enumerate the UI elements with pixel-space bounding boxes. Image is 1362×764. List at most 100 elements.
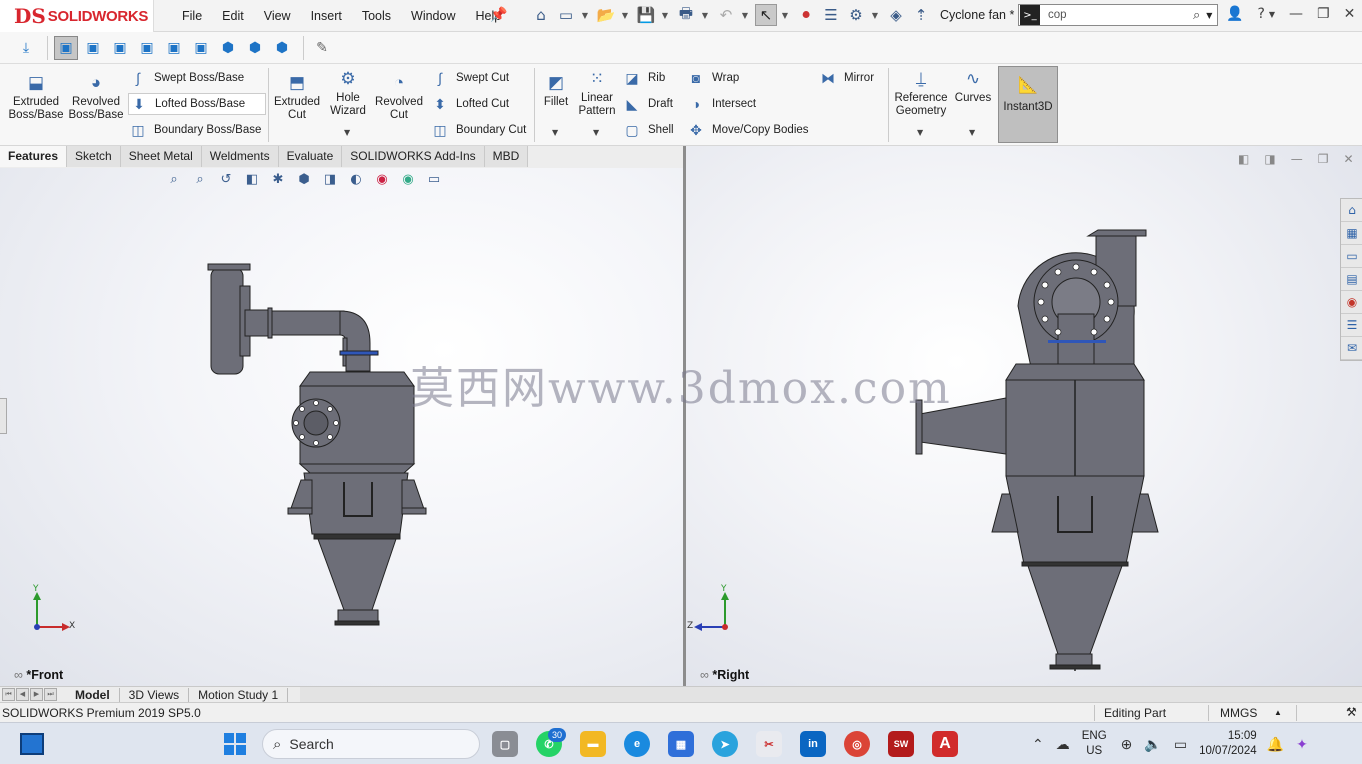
customize-status-icon[interactable]: ⚒ — [1346, 705, 1357, 719]
view-top-icon[interactable]: ▣ — [162, 36, 186, 60]
new-document-icon[interactable]: ▭ — [555, 4, 577, 26]
menu-insert[interactable]: Insert — [311, 9, 342, 23]
menu-view[interactable]: View — [264, 9, 291, 23]
first-tab-icon[interactable]: ⏮ — [2, 688, 15, 701]
view-back-icon[interactable]: ▣ — [81, 36, 105, 60]
fillet-dropdown-icon[interactable]: ▼ — [552, 128, 558, 137]
search-commands-box[interactable]: >_ ⌕ ▼ — [1018, 4, 1218, 26]
boundary-cut-button[interactable]: ◫ Boundary Cut — [430, 119, 526, 141]
user-icon[interactable]: 👤 — [1226, 6, 1243, 22]
options-dropdown-icon[interactable]: ▼ — [870, 4, 880, 26]
lofted-cut-button[interactable]: ⬍ Lofted Cut — [430, 93, 509, 115]
instant3d-button[interactable]: 📐 Instant3D — [998, 66, 1058, 143]
search-input[interactable] — [1048, 9, 1193, 21]
taskbar-search-box[interactable]: ⌕ Search — [262, 729, 480, 759]
viewport-front[interactable]: ⌕ ⌕ ↺ ◧ ✱ ⬢ ◨ ◐ ◉ ◉ ▭ Y X ∞ *Front — [0, 168, 684, 686]
file-explorer-icon[interactable]: ▬ — [580, 731, 606, 757]
tab-sketch[interactable]: Sketch — [67, 146, 121, 167]
fillet-button[interactable]: ◩ Fillet — [538, 72, 574, 109]
reference-arrow-icon[interactable]: ⇡ — [910, 4, 932, 26]
solidworks-taskbar-icon[interactable]: SW — [888, 731, 914, 757]
curves-button[interactable]: ∿ Curves — [954, 68, 992, 105]
view-trimetric-icon[interactable]: ⬢ — [243, 36, 267, 60]
copilot-icon[interactable]: ✦ — [1296, 736, 1308, 753]
help-icon[interactable]: ? — [1257, 6, 1264, 22]
wrap-button[interactable]: ◙ Wrap — [686, 67, 740, 89]
menu-edit[interactable]: Edit — [222, 9, 244, 23]
extruded-cut-button[interactable]: ⬒ Extruded Cut — [272, 72, 322, 122]
pin-icon[interactable]: 📌 — [490, 7, 507, 23]
last-tab-icon[interactable]: ⏭ — [44, 688, 57, 701]
front-view-model[interactable] — [0, 168, 684, 686]
notification-bell-icon[interactable]: 🔔 — [1267, 736, 1284, 753]
save-dropdown-icon[interactable]: ▼ — [660, 4, 670, 26]
reference-geometry-dropdown-icon[interactable]: ▼ — [917, 128, 923, 137]
options-gear-icon[interactable]: ⚙ — [845, 4, 867, 26]
telegram-icon[interactable]: ➤ — [712, 731, 738, 757]
swept-boss-button[interactable]: ∫ Swept Boss/Base — [128, 67, 244, 89]
undo-icon[interactable]: ↶ — [715, 4, 737, 26]
show-hidden-icons-chevron-icon[interactable]: ⌃ — [1032, 736, 1044, 753]
print-dropdown-icon[interactable]: ▼ — [700, 4, 710, 26]
reference-geometry-button[interactable]: ⍊ Reference Geometry — [892, 68, 950, 118]
home-icon[interactable]: ⌂ — [530, 4, 552, 26]
move-copy-bodies-button[interactable]: ✥ Move/Copy Bodies — [686, 119, 808, 141]
volume-icon[interactable]: 🔈 — [1144, 736, 1161, 753]
viewport-right[interactable]: ◧ ◨ — ❐ ✕ ⌂ ▦ ▭ ▤ ◉ ☰ ✉ Y Z ∞ *Right — [686, 146, 1362, 686]
close-icon[interactable]: ✕ — [1344, 6, 1356, 22]
mirror-button[interactable]: ⧓ Mirror — [818, 67, 874, 89]
select-cursor-icon[interactable]: ↖ — [755, 4, 777, 26]
swept-cut-button[interactable]: ∫ Swept Cut — [430, 67, 509, 89]
tab-evaluate[interactable]: Evaluate — [278, 146, 343, 167]
view-front-icon[interactable]: ▣ — [54, 35, 78, 60]
menu-file[interactable]: File — [182, 9, 202, 23]
extruded-boss-button[interactable]: ⬓ Extruded Boss/Base — [8, 72, 64, 122]
next-tab-icon[interactable]: ▶ — [30, 688, 43, 701]
input-language[interactable]: ENG US — [1082, 729, 1107, 759]
system-clock[interactable]: 15:09 10/07/2024 — [1199, 729, 1257, 759]
network-globe-icon[interactable]: ⊕ — [1121, 736, 1133, 753]
tab-weldments[interactable]: Weldments — [201, 146, 279, 167]
restore-icon[interactable]: ❐ — [1317, 6, 1330, 22]
solidworks-logo[interactable]: DS SOLIDWORKS — [0, 0, 154, 32]
edge-browser-icon[interactable]: e — [624, 731, 650, 757]
snipping-tool-icon[interactable]: ✂ — [756, 731, 782, 757]
sketch-pencil-icon[interactable]: ✎ — [310, 36, 334, 60]
print-icon[interactable]: 🖶 — [675, 4, 697, 26]
tab-addins[interactable]: SOLIDWORKS Add-Ins — [342, 146, 485, 167]
view-bottom-icon[interactable]: ▣ — [189, 36, 213, 60]
save-icon[interactable]: 💾 — [635, 4, 657, 26]
unit-system[interactable]: MMGS — [1220, 706, 1257, 720]
menu-tools[interactable]: Tools — [362, 9, 391, 23]
shell-button[interactable]: ▢ Shell — [622, 119, 673, 141]
right-view-model[interactable] — [686, 146, 1362, 686]
view-right-icon[interactable]: ▣ — [135, 36, 159, 60]
open-folder-icon[interactable]: 📂 — [595, 4, 617, 26]
weather-cloud-icon[interactable]: ☁ — [1056, 736, 1070, 753]
revolved-cut-button[interactable]: ◔ Revolved Cut — [374, 72, 424, 122]
units-up-icon[interactable]: ▲ — [1274, 708, 1282, 717]
linear-pattern-button[interactable]: ⁙ Linear Pattern — [576, 68, 618, 118]
search-dropdown-icon[interactable]: ▼ — [1206, 11, 1212, 20]
boundary-boss-button[interactable]: ◫ Boundary Boss/Base — [128, 119, 261, 141]
tab-sheet-metal[interactable]: Sheet Metal — [120, 146, 202, 167]
prev-tab-icon[interactable]: ◀ — [16, 688, 29, 701]
tab-model[interactable]: Model — [66, 687, 120, 702]
minimize-icon[interactable]: — — [1289, 6, 1303, 22]
hole-wizard-button[interactable]: ⚙ Hole Wizard — [326, 68, 370, 118]
part-cube-icon[interactable]: ◈ — [885, 4, 907, 26]
start-button-icon[interactable] — [224, 733, 246, 755]
search-icon[interactable]: ⌕ — [1193, 8, 1200, 23]
widgets-icon[interactable] — [20, 733, 44, 755]
autocad-icon[interactable]: A — [932, 731, 958, 757]
revolved-boss-button[interactable]: ◕ Revolved Boss/Base — [68, 72, 124, 122]
view-dimetric-icon[interactable]: ⬢ — [270, 36, 294, 60]
menu-window[interactable]: Window — [411, 9, 455, 23]
view-isometric-icon[interactable]: ⬢ — [216, 36, 240, 60]
draft-button[interactable]: ◣ Draft — [622, 93, 673, 115]
new-dropdown-icon[interactable]: ▼ — [580, 4, 590, 26]
tab-mbd[interactable]: MBD — [484, 146, 529, 167]
feature-tree-collapse-handle[interactable] — [0, 398, 7, 434]
select-dropdown-icon[interactable]: ▼ — [780, 4, 790, 26]
rib-button[interactable]: ◪ Rib — [622, 67, 665, 89]
